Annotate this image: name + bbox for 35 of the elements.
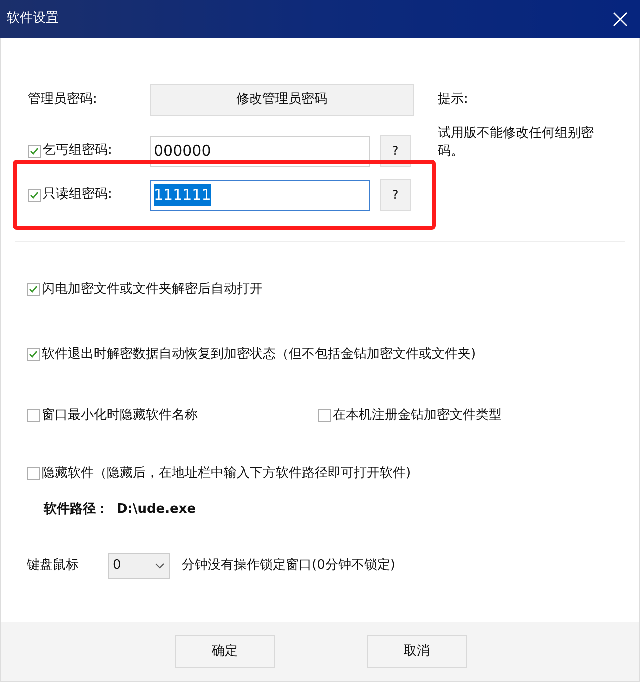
checkbox-label: 隐藏软件（隐藏后，在地址栏中输入下方软件路径即可打开软件) [42,464,412,482]
path-label: 软件路径： [44,501,110,519]
field-label: 乞丐组密码: [43,142,112,160]
checkbox[interactable] [318,409,331,422]
checkmark-icon [29,285,38,294]
lock-label: 键盘鼠标 [27,556,80,575]
checkbox-label: 在本机注册金钻加密文件类型 [333,407,502,425]
dialog-button[interactable]: 确定 [175,635,275,668]
change-admin-password-button[interactable]: 修改管理员密码 [150,84,414,116]
checkbox[interactable] [27,466,40,480]
dialog-button[interactable]: 取消 [367,635,467,668]
minutes-dropdown[interactable]: 0 [108,552,170,578]
field-label: 只读组密码: [43,186,112,204]
checkbox-label: 闪电加密文件或文件夹解密后自动打开 [42,281,263,299]
window-title: 软件设置 [7,10,59,28]
checkbox-label: 软件退出时解密数据自动恢复到加密状态（但不包括金钻加密文件或文件夹) [42,346,476,364]
close-icon[interactable] [613,12,628,26]
hint-text: 试用版不能修改任何组别密码。 [438,124,595,160]
hint-title: 提示: [438,91,470,109]
checkbox[interactable] [27,348,40,361]
checkbox[interactable] [27,283,40,296]
path-value: D:\ude.exe [117,501,196,519]
checkbox[interactable] [27,409,40,422]
password-field[interactable]: 111111 [150,180,370,210]
lock-description: 分钟没有操作锁定窗口(0分钟不锁定) [182,556,396,575]
field-label: 管理员密码: [28,91,98,110]
password-field[interactable]: 000000 [150,136,370,166]
checkbox[interactable] [28,188,41,202]
checkmark-icon [30,146,39,156]
checkbox-label: 窗口最小化时隐藏软件名称 [42,407,198,425]
checkmark-icon [29,350,38,359]
checkbox[interactable] [28,144,41,158]
help-button[interactable]: ? [380,179,411,211]
checkmark-icon [30,190,39,200]
chevron-down-icon [155,562,165,568]
